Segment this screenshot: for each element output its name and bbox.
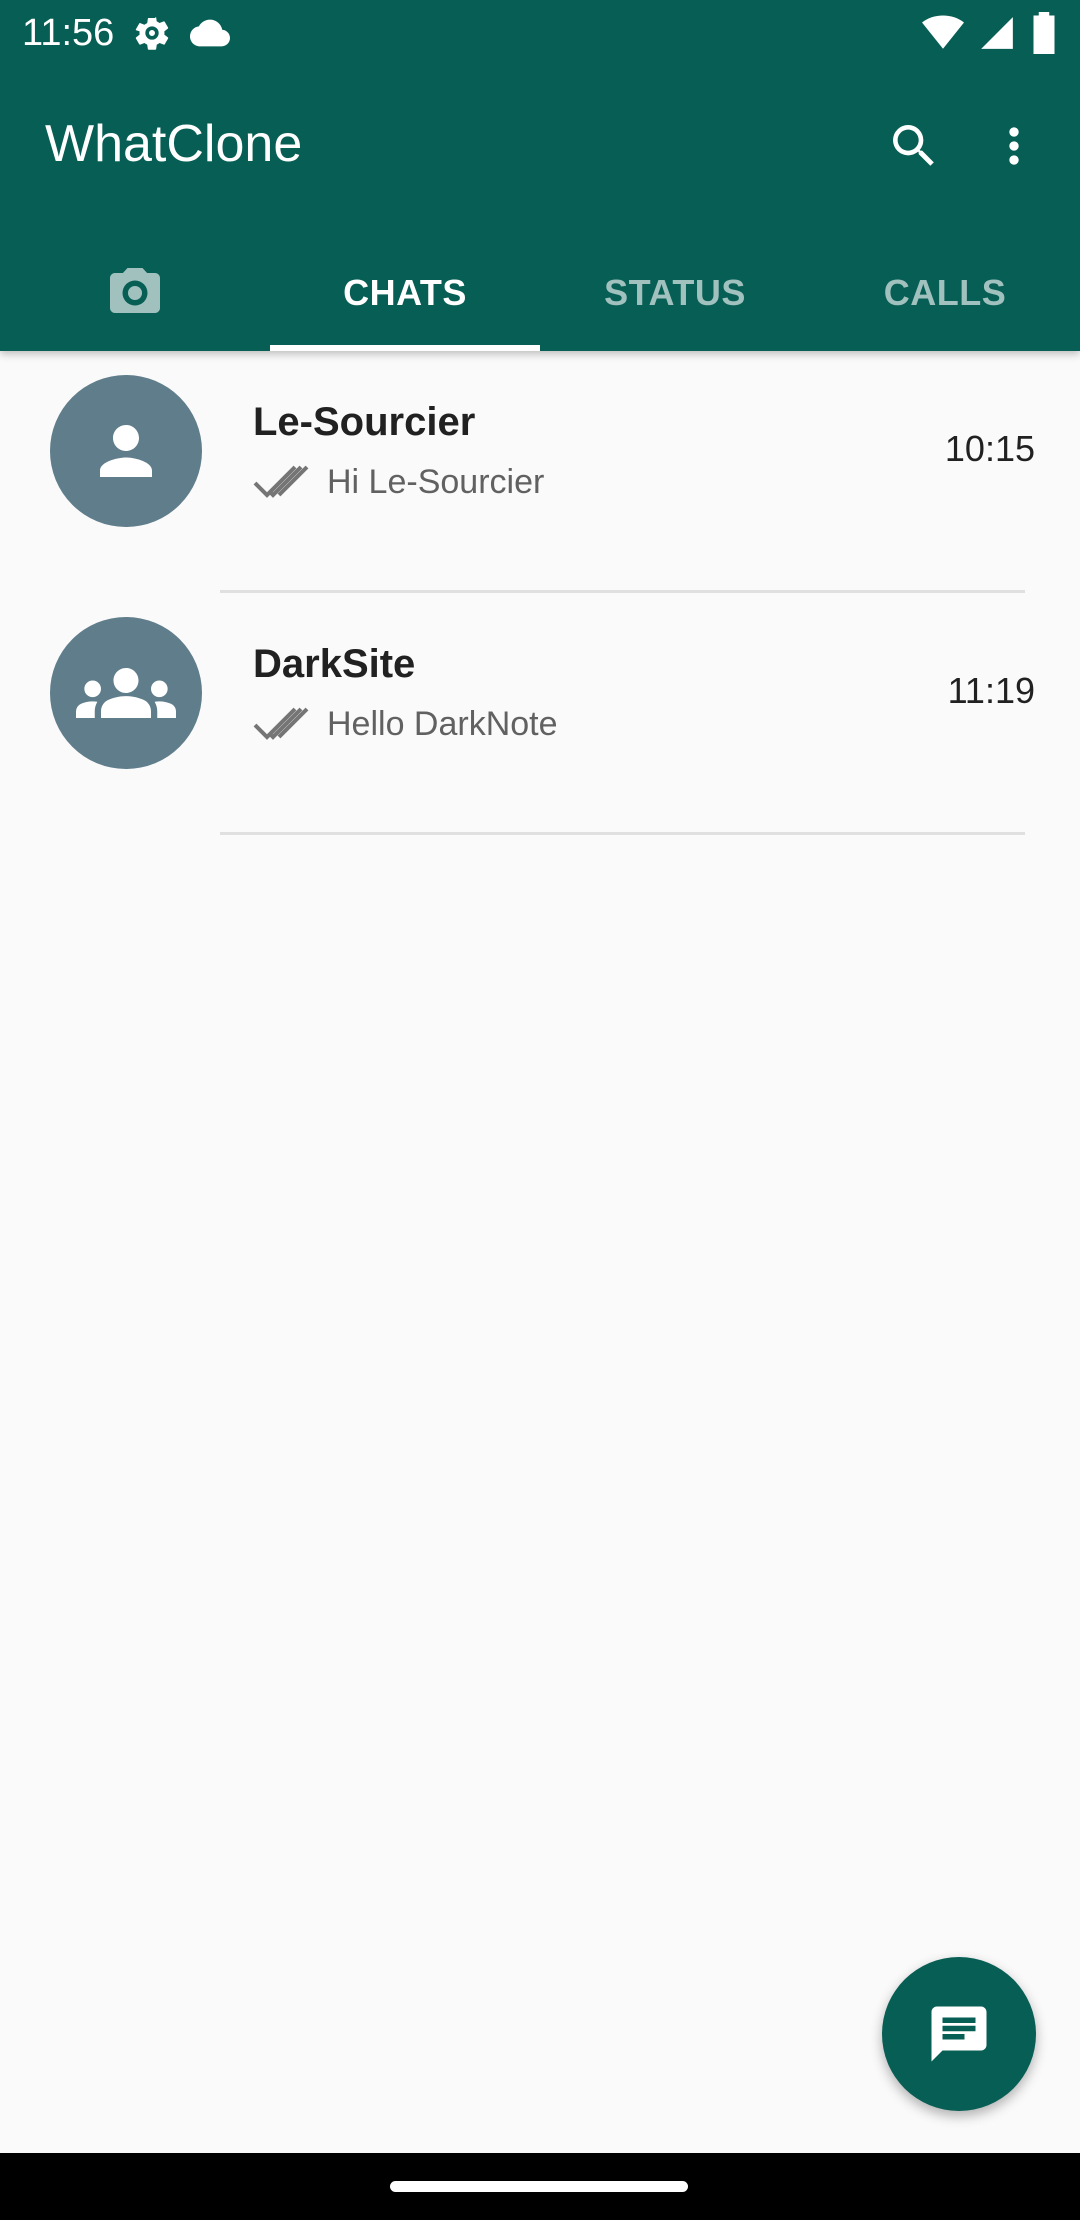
tab-status[interactable]: STATUS	[540, 235, 810, 351]
status-left-icons	[132, 13, 230, 53]
cellular-signal-icon	[978, 14, 1016, 52]
tab-camera[interactable]	[0, 235, 270, 351]
search-button[interactable]	[878, 110, 950, 182]
tab-calls-label: CALLS	[883, 272, 1007, 313]
status-right-icons	[922, 12, 1058, 54]
settings-gear-icon	[132, 13, 172, 53]
camera-icon	[105, 263, 165, 323]
app-title: WhatClone	[45, 115, 303, 173]
double-check-icon	[253, 705, 317, 745]
more-vertical-icon	[986, 118, 1042, 174]
navigation-bar	[0, 2153, 1080, 2220]
tab-calls[interactable]: CALLS	[810, 235, 1080, 351]
app-bar: 11:56 WhatClone CHATS STATUS CALLS	[0, 0, 1080, 351]
chat-time: 10:15	[944, 428, 1035, 469]
chat-row-darksite[interactable]: DarkSite Hello DarkNote 11:19	[0, 593, 1080, 835]
status-bar: 11:56	[0, 0, 1080, 66]
status-time: 11:56	[22, 12, 115, 54]
chat-preview: Hi Le-Sourcier	[327, 463, 545, 501]
tab-bar: CHATS STATUS CALLS	[0, 235, 1080, 351]
chat-list: Le-Sourcier Hi Le-Sourcier 10:15 DarkSit…	[0, 351, 1080, 835]
group-icon	[76, 643, 176, 743]
chat-row-le-sourcier[interactable]: Le-Sourcier Hi Le-Sourcier 10:15	[0, 351, 1080, 593]
avatar[interactable]	[50, 617, 202, 769]
search-icon	[886, 118, 942, 174]
tab-chats[interactable]: CHATS	[270, 235, 540, 351]
divider	[220, 832, 1025, 835]
home-gesture-handle[interactable]	[390, 2181, 688, 2192]
chat-name: Le-Sourcier	[253, 400, 476, 444]
overflow-menu-button[interactable]	[978, 110, 1050, 182]
new-chat-fab[interactable]	[882, 1957, 1036, 2111]
person-icon	[87, 412, 165, 490]
wifi-icon	[922, 12, 964, 54]
double-check-icon	[253, 463, 317, 503]
chat-preview: Hello DarkNote	[327, 705, 558, 743]
tab-chats-label: CHATS	[343, 272, 467, 313]
tab-status-label: STATUS	[604, 272, 746, 313]
chat-time: 11:19	[947, 670, 1035, 711]
chat-name: DarkSite	[253, 642, 416, 686]
message-icon	[926, 2001, 992, 2067]
battery-icon	[1030, 12, 1058, 54]
avatar[interactable]	[50, 375, 202, 527]
cloud-icon	[190, 13, 230, 53]
